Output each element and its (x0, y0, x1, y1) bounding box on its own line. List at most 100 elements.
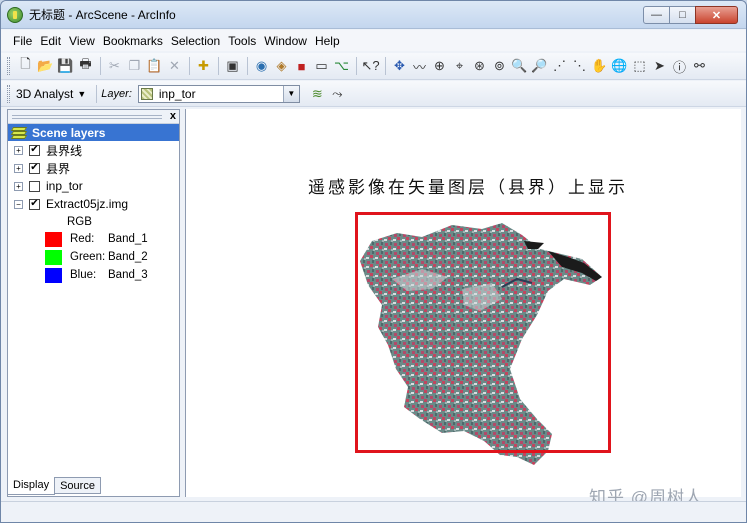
expand-fov-icon[interactable]: ⋱ (570, 57, 589, 76)
toolbar-grip[interactable] (7, 57, 10, 75)
new-document-icon[interactable]: 🗋 (16, 56, 35, 76)
zoom-out-icon[interactable]: 🔎 (530, 57, 549, 76)
open-folder-icon[interactable]: 📂 (36, 57, 55, 76)
close-button[interactable]: ✕ (695, 6, 738, 24)
layer-visibility-checkbox[interactable]: ✔ (29, 162, 40, 174)
layer-dropdown-value: inp_tor (158, 86, 196, 101)
model-builder-icon[interactable]: ⌥ (332, 57, 351, 76)
steepest-path-icon[interactable]: ⤳ (328, 84, 347, 103)
toolbar-separator (96, 84, 98, 103)
red-swatch[interactable] (45, 231, 62, 247)
toc-close-icon[interactable]: x (170, 110, 176, 122)
blue-swatch[interactable] (45, 267, 62, 283)
copy-icon[interactable]: ❐ (125, 57, 144, 76)
arctoolbox-icon[interactable]: ◈ (272, 57, 291, 76)
toc-header: x (8, 110, 179, 124)
title-bar: 无标题 - ArcScene - ArcInfo — □ ✕ (1, 1, 746, 29)
scene-view[interactable]: 遥感影像在矢量图层（县界）上显示 (185, 109, 741, 497)
menu-file[interactable]: File (13, 34, 32, 48)
layer-visibility-checkbox[interactable]: ✔ (29, 144, 40, 156)
toc-layer-row[interactable]: + ✔ 县界线 (8, 141, 179, 159)
3d-analyst-label: 3D Analyst (16, 86, 74, 101)
toc-tabs: Display Source (7, 477, 101, 495)
zoom-in-icon[interactable]: 🔍 (510, 57, 529, 76)
raster-layer-icon (140, 87, 153, 100)
narrow-fov-icon[interactable]: ⋰ (550, 57, 569, 76)
layer-visibility-checkbox[interactable]: ✔ (29, 198, 40, 210)
identify-icon[interactable]: ⓘ (670, 57, 689, 76)
pan-hand-icon[interactable]: ✋ (590, 57, 609, 76)
layer-label: Layer: (101, 87, 132, 100)
band-legend-row: Blue: Band_3 (8, 266, 179, 284)
band-value: Band_3 (108, 269, 148, 281)
band-channel: Blue: (70, 269, 97, 281)
toc-layer-row[interactable]: + ✔ 县界 (8, 159, 179, 177)
band-legend-row: Green: Band_2 (8, 248, 179, 266)
window-controls: — □ ✕ (643, 6, 738, 24)
expand-plus-icon[interactable]: + (14, 163, 23, 173)
arccatalog-icon[interactable]: ◉ (252, 57, 271, 76)
band-value: Band_1 (108, 233, 148, 245)
create-contours-icon[interactable]: ≋ (308, 84, 327, 103)
print-icon[interactable]: 🖶 (76, 56, 95, 76)
band-channel: Red: (70, 233, 95, 245)
toc-grip[interactable] (12, 115, 162, 119)
minimize-button[interactable]: — (643, 6, 670, 24)
composite-label: RGB (67, 215, 92, 228)
window-icon[interactable]: ▭ (312, 57, 331, 76)
chevron-down-icon[interactable]: ▼ (282, 85, 299, 102)
full-screen-icon[interactable]: ▣ (223, 57, 242, 76)
toolbar-grip[interactable] (7, 84, 10, 103)
set-observer-icon[interactable]: ⊚ (490, 57, 509, 76)
menu-tools[interactable]: Tools (228, 34, 256, 48)
zoom-to-target-icon[interactable]: ⊛ (470, 57, 489, 76)
toolbar-separator (385, 57, 386, 75)
menu-selection[interactable]: Selection (171, 34, 220, 48)
3d-analyst-menu[interactable]: 3D Analyst ▼ (16, 87, 86, 101)
menu-edit[interactable]: Edit (40, 34, 61, 48)
add-data-icon[interactable]: ✚ (194, 57, 213, 76)
select-elements-arrow-icon[interactable]: ➤ (650, 57, 669, 76)
maximize-button[interactable]: □ (669, 6, 696, 24)
arcscene-app-icon[interactable] (7, 6, 23, 23)
scene-layers-root[interactable]: Scene layers (8, 124, 179, 141)
scene-layers-label: Scene layers (32, 125, 106, 140)
menu-window[interactable]: Window (264, 34, 307, 48)
expand-plus-icon[interactable]: + (14, 145, 23, 155)
save-icon[interactable]: 💾 (56, 57, 75, 76)
menu-bookmarks[interactable]: Bookmarks (103, 34, 163, 48)
toolbar-separator (356, 57, 357, 75)
menu-view[interactable]: View (69, 34, 95, 48)
target-zoom-icon[interactable]: ⊕ (430, 57, 449, 76)
band-channel: Green: (70, 251, 106, 263)
arcscene-window: 无标题 - ArcScene - ArcInfo — □ ✕ File Edit… (0, 0, 747, 523)
status-bar (1, 501, 746, 522)
tab-source[interactable]: Source (54, 477, 101, 494)
whats-this-icon[interactable]: ↖? (361, 57, 380, 76)
expand-plus-icon[interactable]: + (14, 181, 23, 191)
green-swatch[interactable] (45, 249, 62, 265)
tab-display[interactable]: Display (7, 477, 56, 495)
menu-help[interactable]: Help (315, 34, 340, 48)
layer-visibility-checkbox[interactable] (29, 180, 40, 192)
chevron-down-icon: ▼ (77, 88, 87, 99)
paste-icon[interactable]: 📋 (145, 57, 164, 76)
toc-layer-row[interactable]: − ✔ Extract05jz.img (8, 195, 179, 213)
toolbar-separator (100, 57, 101, 75)
delete-icon[interactable]: ✕ (165, 57, 184, 76)
find-binoculars-icon[interactable]: ⚯ (690, 57, 709, 76)
select-features-icon[interactable]: ⬚ (630, 57, 649, 76)
full-extent-icon[interactable]: 🌐 (610, 57, 629, 76)
layer-dropdown[interactable]: inp_tor ▼ (137, 84, 300, 103)
fly-icon[interactable]: 〰 (410, 57, 429, 76)
navigate-icon[interactable]: ✥ (390, 57, 409, 76)
center-target-icon[interactable]: ⌖ (450, 57, 469, 76)
layer-name: inp_tor (46, 179, 83, 193)
toc-layer-row[interactable]: + inp_tor (8, 177, 179, 195)
scene-caption: 遥感影像在矢量图层（县界）上显示 (308, 178, 628, 198)
toolbar-separator (247, 57, 248, 75)
cut-icon[interactable]: ✂ (105, 57, 124, 76)
toolbox-red-icon[interactable]: ■ (292, 57, 311, 76)
collapse-minus-icon[interactable]: − (14, 199, 23, 209)
layers-stack-icon (10, 126, 28, 139)
